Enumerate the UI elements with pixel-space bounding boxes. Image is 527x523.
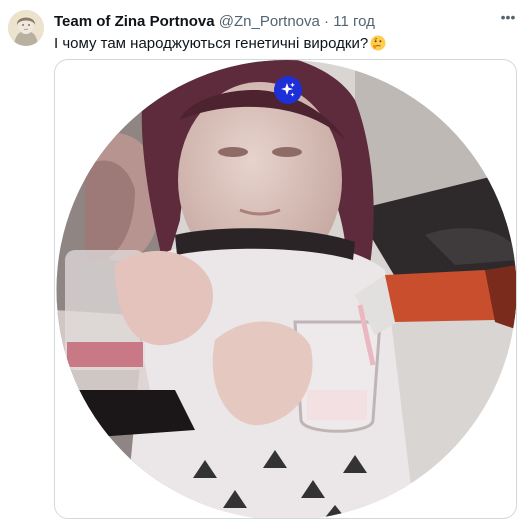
sparkles-icon[interactable] [274,76,302,104]
tweet-text: І чому там народжуються генетичні виродк… [54,34,386,53]
tweet-header: Team of Zina Portnova @Zn_Portnova · 11 … [54,13,375,31]
circular-video-frame[interactable] [55,60,517,519]
more-options-icon[interactable]: ••• [497,10,519,26]
video-media-card[interactable] [54,59,517,519]
author-handle[interactable]: @Zn_Portnova [219,13,320,30]
thinking-face-icon [370,35,386,51]
tweet-timestamp[interactable]: 11 год [333,13,375,30]
tweet-text-body: І чому там народжуються генетичні виродк… [54,35,369,52]
author-name[interactable]: Team of Zina Portnova [54,13,215,30]
author-avatar[interactable] [8,10,44,46]
separator-dot: · [324,13,330,30]
sparkles-glyph [281,82,295,97]
avatar-portrait [8,10,44,46]
